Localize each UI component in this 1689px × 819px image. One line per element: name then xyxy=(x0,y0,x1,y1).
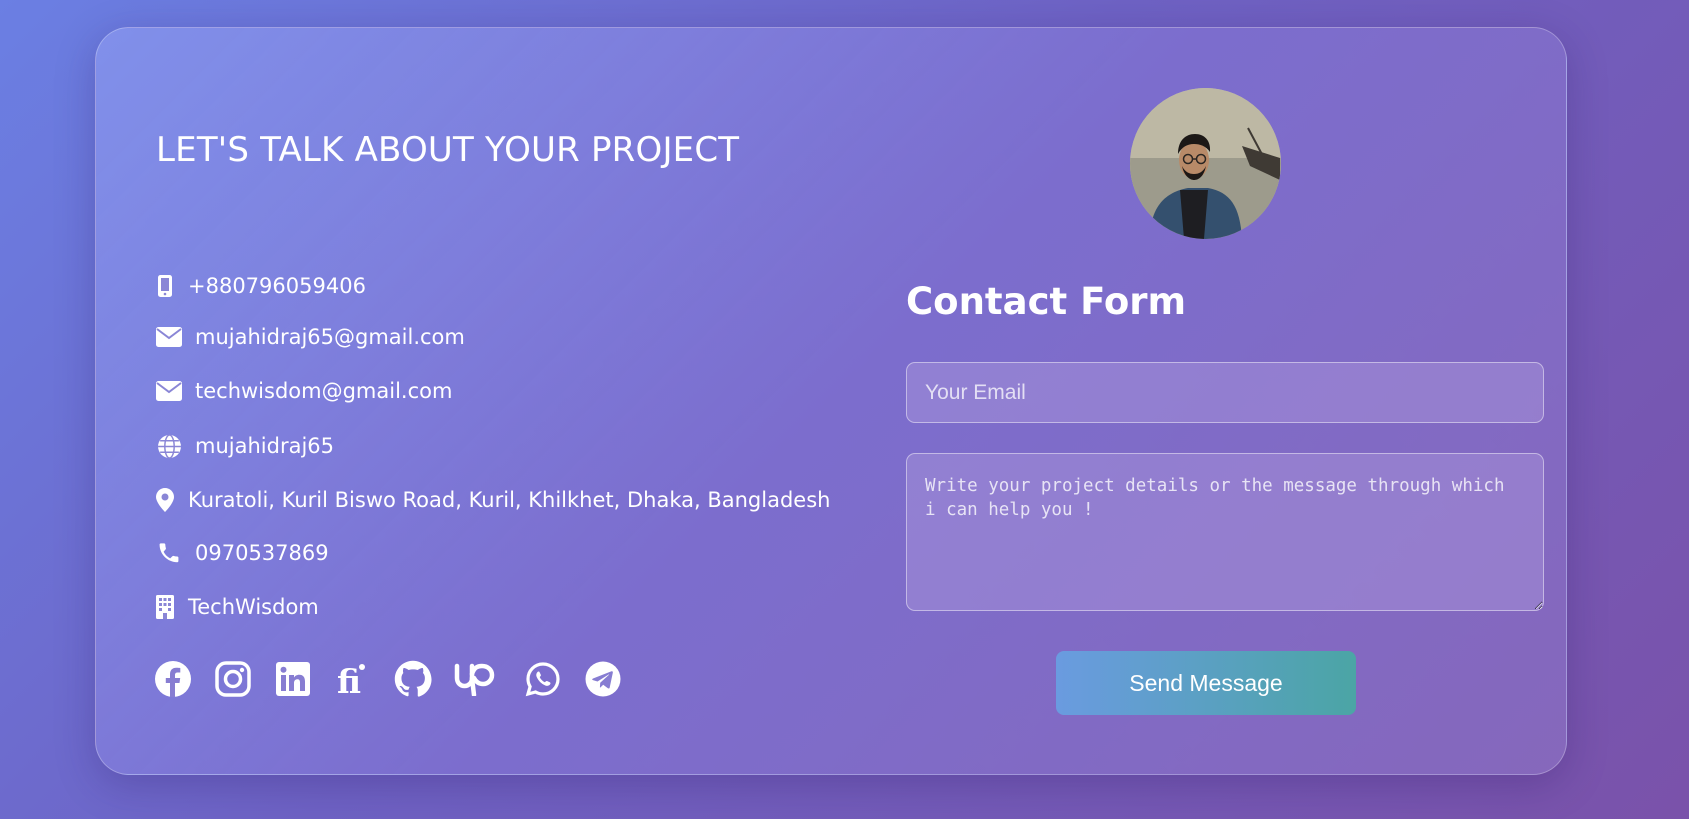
page-headline: LET'S TALK ABOUT YOUR PROJECT xyxy=(156,130,740,170)
contact-phone-mobile: +880796059406 xyxy=(156,273,366,299)
social-links: fi xyxy=(154,660,644,698)
contact-text: mujahidraj65@gmail.com xyxy=(195,325,465,349)
linkedin-icon[interactable] xyxy=(274,660,312,698)
contact-form-title: Contact Form xyxy=(906,280,1187,323)
contact-text: mujahidraj65 xyxy=(195,434,335,458)
map-pin-icon xyxy=(156,487,174,513)
contact-text: Kuratoli, Kuril Biswo Road, Kuril, Khilk… xyxy=(188,488,831,512)
contact-website[interactable]: mujahidraj65 xyxy=(156,433,334,459)
envelope-icon xyxy=(156,324,182,350)
contact-address: Kuratoli, Kuril Biswo Road, Kuril, Khilk… xyxy=(156,487,830,513)
fiverr-icon[interactable]: fi xyxy=(334,660,372,698)
contact-text: 0970537869 xyxy=(195,541,329,565)
contact-text: +880796059406 xyxy=(188,274,366,298)
contact-phone-office: 0970537869 xyxy=(156,540,329,566)
email-input[interactable] xyxy=(906,362,1544,423)
svg-text:fi: fi xyxy=(337,662,361,697)
phone-icon xyxy=(156,540,182,566)
mobile-phone-icon xyxy=(156,273,174,299)
instagram-icon[interactable] xyxy=(214,660,252,698)
message-textarea[interactable] xyxy=(906,453,1544,611)
facebook-icon[interactable] xyxy=(154,660,192,698)
contact-company: TechWisdom xyxy=(156,594,319,620)
contact-email-personal[interactable]: mujahidraj65@gmail.com xyxy=(156,324,465,350)
building-icon xyxy=(156,594,174,620)
telegram-icon[interactable] xyxy=(584,660,622,698)
send-message-button[interactable]: Send Message xyxy=(1056,651,1356,715)
whatsapp-icon[interactable] xyxy=(524,660,562,698)
globe-icon xyxy=(156,433,182,459)
contact-email-business[interactable]: techwisdom@gmail.com xyxy=(156,378,452,404)
upwork-icon[interactable] xyxy=(454,660,502,698)
contact-text: TechWisdom xyxy=(188,595,319,619)
envelope-icon xyxy=(156,378,182,404)
contact-text: techwisdom@gmail.com xyxy=(195,379,453,403)
avatar xyxy=(1130,88,1281,239)
github-icon[interactable] xyxy=(394,660,432,698)
